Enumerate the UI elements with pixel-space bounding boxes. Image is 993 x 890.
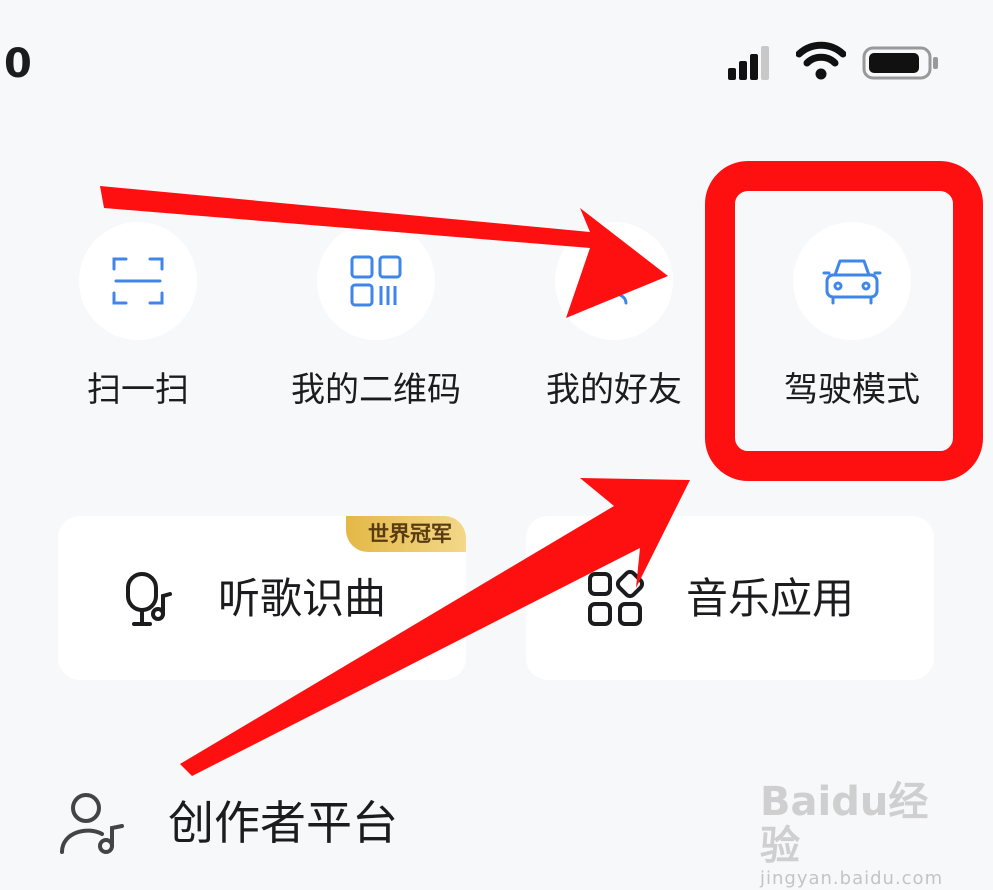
music-recognition-icon <box>126 571 172 626</box>
status-time: 0 <box>4 41 32 87</box>
quick-action-label: 我的二维码 <box>291 370 461 410</box>
apps-grid-icon <box>588 570 644 626</box>
qr-code-icon <box>317 222 435 340</box>
quick-action-qr-code[interactable]: 我的二维码 <box>276 222 476 462</box>
friends-icon <box>555 222 673 340</box>
card-label: 听歌识曲 <box>218 574 387 623</box>
car-icon <box>793 222 911 340</box>
quick-action-friends[interactable]: 我的好友 <box>514 222 714 462</box>
battery-icon <box>862 46 938 80</box>
baidu-watermark: Baidu经验 jingyan.baidu.com <box>760 779 960 889</box>
creator-icon <box>60 793 124 854</box>
signal-strength-icon <box>728 46 769 80</box>
quick-action-label: 扫一扫 <box>87 370 189 410</box>
watermark-brand: Baidu <box>760 779 889 825</box>
watermark-url: jingyan.baidu.com <box>760 868 944 889</box>
creator-platform-label[interactable]: 创作者平台 <box>168 796 398 850</box>
quick-action-scan[interactable]: 扫一扫 <box>38 222 238 462</box>
card-label: 音乐应用 <box>686 574 855 623</box>
world-champion-badge: 世界冠军 <box>346 516 466 552</box>
quick-action-label: 驾驶模式 <box>784 370 920 410</box>
scan-icon <box>79 222 197 340</box>
card-music-apps[interactable]: 音乐应用 <box>526 516 934 680</box>
quick-action-label: 我的好友 <box>546 370 682 410</box>
quick-action-driving-mode[interactable]: 驾驶模式 <box>752 222 952 462</box>
wifi-icon <box>796 41 846 80</box>
card-music-recognition[interactable]: 世界冠军 听歌识曲 <box>58 516 466 680</box>
